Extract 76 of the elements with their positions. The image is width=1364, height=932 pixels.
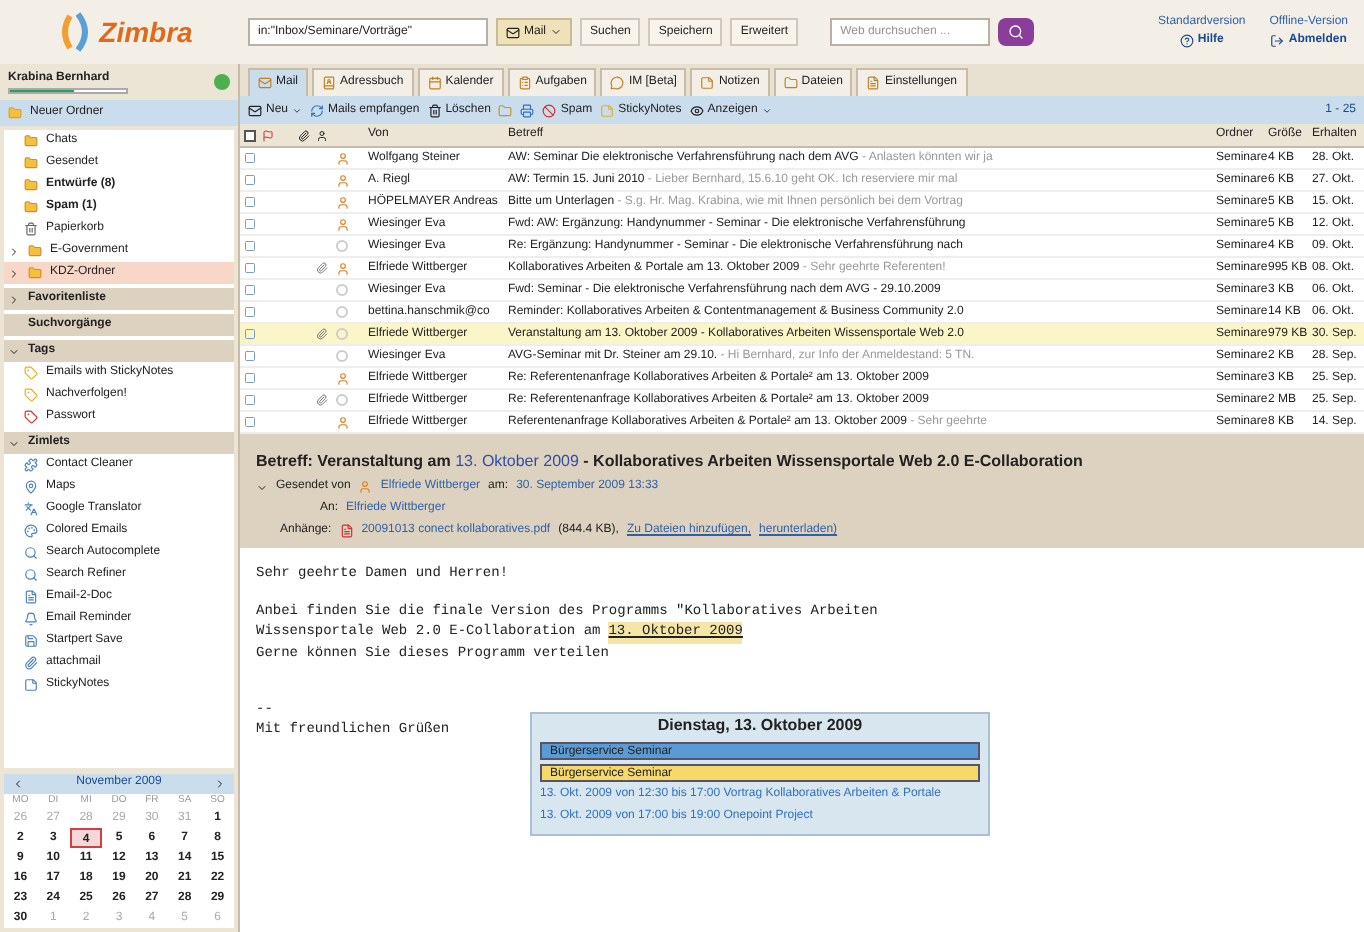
popup-title: Dienstag, 13. Oktober 2009 <box>655 714 865 738</box>
checkbox[interactable] <box>244 328 256 340</box>
caret-icon <box>550 26 563 38</box>
trash-icon <box>427 103 442 117</box>
checkbox[interactable] <box>244 174 256 186</box>
tag-icon <box>24 388 38 402</box>
block-icon <box>542 103 557 117</box>
collapse-icon[interactable] <box>256 481 268 493</box>
refresh-icon <box>310 103 325 117</box>
logo-text: Zimbra <box>99 13 193 51</box>
help-icon <box>1179 34 1194 48</box>
paperclip-icon <box>24 656 38 670</box>
search-icon <box>24 546 38 560</box>
checkbox[interactable] <box>244 262 256 274</box>
quota-bar <box>8 88 128 94</box>
expand-icon[interactable] <box>8 293 20 305</box>
person-icon <box>316 129 328 141</box>
folder-icon <box>24 156 38 170</box>
checkbox[interactable] <box>244 196 256 208</box>
paperclip-icon <box>298 129 310 141</box>
search-icon <box>1008 24 1025 40</box>
folder-icon <box>783 76 798 90</box>
folder-icon <box>24 178 38 192</box>
message-title: Betreff: Veranstaltung am 13. Oktober 2009 - Kollaboratives Arbeiten Wissensportale Web 2.0 E-Collaboration <box>256 450 1085 474</box>
previous-month-icon[interactable] <box>12 777 24 789</box>
flag-icon <box>262 129 274 141</box>
checkbox[interactable] <box>244 394 256 406</box>
person-icon <box>358 480 373 494</box>
logout-icon <box>1270 34 1285 48</box>
clipboard-icon <box>517 76 532 90</box>
collapse-icon[interactable] <box>8 345 20 357</box>
save-icon <box>24 634 38 648</box>
tag-icon <box>24 366 38 380</box>
palette-icon <box>24 524 38 538</box>
map-pin-icon <box>24 480 38 494</box>
calendar-icon <box>427 76 442 90</box>
note-icon <box>600 103 615 117</box>
tag-icon <box>24 410 38 424</box>
folder-icon <box>28 244 42 258</box>
checkbox[interactable] <box>244 284 256 296</box>
printer-icon[interactable] <box>520 103 535 117</box>
trash-icon <box>24 222 38 236</box>
search-icon <box>24 568 38 582</box>
collapse-icon[interactable] <box>8 437 20 449</box>
web-search-button[interactable] <box>998 18 1035 46</box>
folder-icon[interactable] <box>498 103 513 117</box>
checkbox[interactable] <box>244 218 256 230</box>
checkbox[interactable] <box>244 240 256 252</box>
note-icon <box>24 678 38 692</box>
folder-icon <box>24 134 38 148</box>
folder-icon <box>28 266 42 280</box>
translate-icon <box>24 502 38 516</box>
caret-icon <box>761 105 772 115</box>
checkbox[interactable] <box>244 350 256 362</box>
address-book-icon <box>322 76 337 90</box>
document-icon <box>24 590 38 604</box>
document-icon <box>866 76 881 90</box>
status-icon[interactable] <box>214 74 230 90</box>
document-icon <box>339 524 354 538</box>
checkbox[interactable] <box>244 306 256 318</box>
envelope-icon <box>248 103 262 117</box>
chat-icon <box>610 76 625 90</box>
note-icon <box>700 76 715 90</box>
next-month-icon[interactable] <box>213 777 226 789</box>
envelope-icon <box>258 76 272 90</box>
folder-icon <box>24 200 38 214</box>
bell-icon <box>24 612 38 626</box>
eye-icon <box>689 103 704 117</box>
puzzle-icon <box>24 458 38 472</box>
caret-icon <box>292 105 303 115</box>
checkbox[interactable] <box>244 416 256 428</box>
folder-icon <box>8 106 22 120</box>
envelope-icon <box>506 25 520 39</box>
checkbox[interactable] <box>244 152 256 164</box>
checkbox[interactable] <box>244 129 256 141</box>
checkbox[interactable] <box>244 372 256 384</box>
